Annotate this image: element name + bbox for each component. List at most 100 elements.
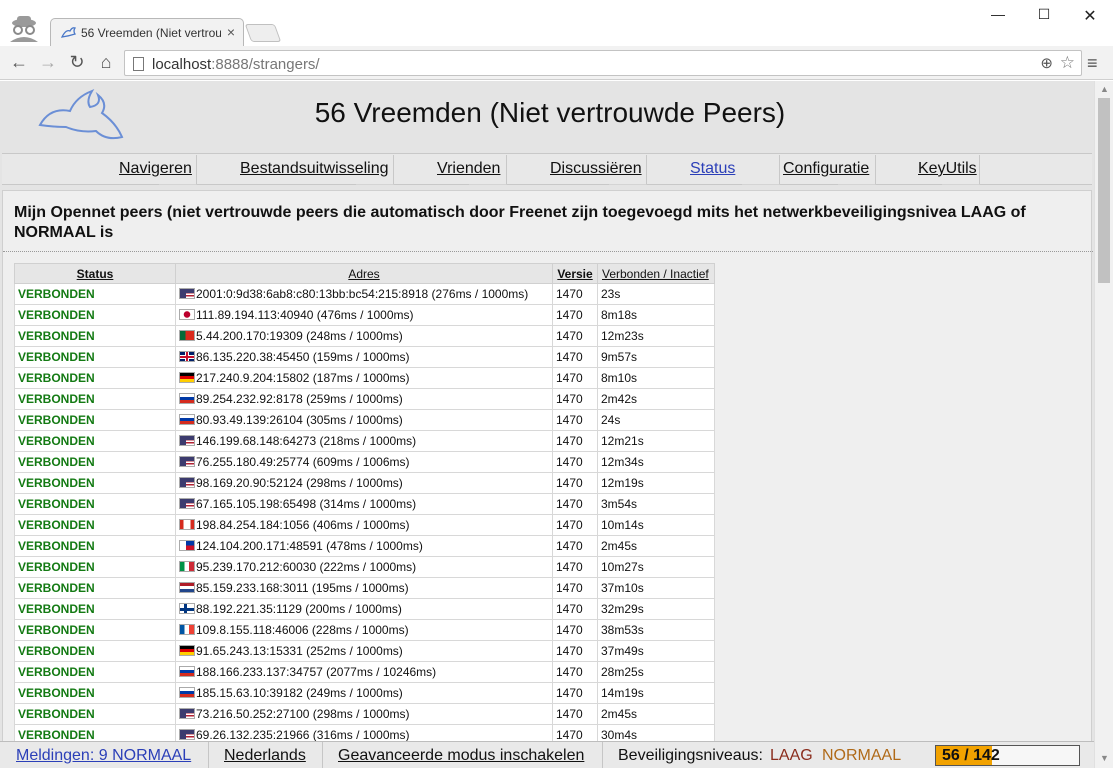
advanced-mode-link[interactable]: Geavanceerde modus inschakelen (338, 747, 584, 765)
peer-status: VERBONDEN (14, 472, 176, 494)
browser-tab-strip: 56 Vreemden (Niet vertrouwde Peers) × — … (0, 0, 1113, 46)
peer-status: VERBONDEN (14, 346, 176, 368)
peer-version: 1470 (552, 724, 598, 741)
peer-address: 67.165.105.198:65498 (314ms / 1000ms) (196, 497, 417, 511)
peer-address-cell: 95.239.170.212:60030 (222ms / 1000ms) (175, 556, 553, 578)
peer-version: 1470 (552, 619, 598, 641)
browser-menu-icon[interactable]: ≡ (1087, 53, 1098, 74)
column-header-connected-idle[interactable]: Verbonden / Inactief (597, 263, 715, 284)
peer-status: VERBONDEN (14, 640, 176, 662)
home-icon[interactable]: ⌂ (95, 51, 117, 73)
peers-heading: Mijn Opennet peers (niet vertrouwde peer… (14, 204, 1026, 241)
peer-connected-time: 2m42s (597, 388, 715, 410)
peer-status: VERBONDEN (14, 556, 176, 578)
back-arrow-icon[interactable]: ← (8, 51, 30, 73)
table-row: VERBONDEN 185.15.63.10:39182 (249ms / 100… (14, 682, 715, 704)
peers-progress-bar: 56 / 142 (935, 745, 1080, 766)
peer-status: VERBONDEN (14, 388, 176, 410)
peer-address: 111.89.194.113:40940 (476ms / 1000ms) (196, 308, 414, 322)
nav-configuratie[interactable]: Configuratie (783, 160, 869, 178)
country-flag-icon (179, 519, 195, 530)
window-maximize-button[interactable]: ☐ (1021, 6, 1067, 26)
new-tab-button[interactable] (244, 24, 282, 42)
peer-version: 1470 (552, 283, 598, 305)
table-row: VERBONDEN 2001:0:9d38:6ab8:c80:13bb:bc54:… (14, 283, 715, 305)
statusbar-divider (208, 742, 209, 768)
country-flag-icon (179, 708, 195, 719)
peer-version: 1470 (552, 514, 598, 536)
zoom-icon[interactable]: ⊕ (1040, 54, 1053, 72)
nav-bestandsuitwisseling[interactable]: Bestandsuitwisseling (240, 160, 389, 178)
peer-version: 1470 (552, 304, 598, 326)
country-flag-icon (179, 351, 195, 362)
window-minimize-button[interactable]: — (975, 6, 1021, 26)
peer-status: VERBONDEN (14, 430, 176, 452)
peer-status: VERBONDEN (14, 724, 176, 741)
peer-status: VERBONDEN (14, 703, 176, 725)
peers-panel: Mijn Opennet peers (niet vertrouwde peer… (2, 190, 1093, 741)
peer-connected-time: 32m29s (597, 598, 715, 620)
peer-version: 1470 (552, 325, 598, 347)
bookmark-star-icon[interactable]: ☆ (1060, 53, 1075, 73)
table-row: VERBONDEN 76.255.180.49:25774 (609ms / 10… (14, 451, 715, 473)
table-row: VERBONDEN 98.169.20.90:52124 (298ms / 100… (14, 472, 715, 494)
peer-version: 1470 (552, 535, 598, 557)
scroll-down-icon[interactable]: ▼ (1100, 753, 1109, 763)
freenet-favicon-icon (61, 27, 77, 38)
country-flag-icon (179, 666, 195, 677)
forward-arrow-icon[interactable]: → (37, 51, 59, 73)
nav-navigeren[interactable]: Navigeren (119, 160, 192, 178)
peers-table: Status Adres Versie Verbonden / Inactief… (14, 263, 715, 741)
page-scrollbar[interactable]: ▲ ▼ (1094, 81, 1113, 768)
peer-status: VERBONDEN (14, 304, 176, 326)
table-row: VERBONDEN 91.65.243.13:15331 (252ms / 100… (14, 640, 715, 662)
column-header-version[interactable]: Versie (552, 263, 598, 284)
column-header-address[interactable]: Adres (175, 263, 553, 284)
language-link[interactable]: Nederlands (224, 747, 306, 765)
table-row: VERBONDEN 86.135.220.38:45450 (159ms / 10… (14, 346, 715, 368)
peer-address-cell: 188.166.233.137:34757 (2077ms / 10246ms) (175, 661, 553, 683)
peer-address-cell: 86.135.220.38:45450 (159ms / 1000ms) (175, 346, 553, 368)
peer-version: 1470 (552, 682, 598, 704)
table-row: VERBONDEN 95.239.170.212:60030 (222ms / 1… (14, 556, 715, 578)
column-header-status[interactable]: Status (14, 263, 176, 284)
peer-connected-time: 3m54s (597, 493, 715, 515)
peer-status: VERBONDEN (14, 682, 176, 704)
peer-connected-time: 12m23s (597, 325, 715, 347)
country-flag-icon (179, 624, 195, 635)
security-level-low[interactable]: LAAG (770, 747, 813, 765)
notifications-link[interactable]: Meldingen: 9 NORMAAL (16, 747, 191, 765)
peer-version: 1470 (552, 577, 598, 599)
page-viewport: 56 Vreemden (Niet vertrouwde Peers) Navi… (0, 81, 1094, 741)
peer-address: 185.15.63.10:39182 (249ms / 1000ms) (196, 686, 403, 700)
peer-address-cell: 2001:0:9d38:6ab8:c80:13bb:bc54:215:8918 … (175, 283, 553, 305)
nav-status[interactable]: Status (690, 160, 735, 178)
url-text[interactable]: localhost:8888/strangers/ (152, 56, 320, 73)
nav-keyutils[interactable]: KeyUtils (918, 160, 977, 178)
peer-address-cell: 80.93.49.139:26104 (305ms / 1000ms) (175, 409, 553, 431)
statusbar-divider (602, 742, 603, 768)
nav-vrienden[interactable]: Vrienden (437, 160, 500, 178)
peer-version: 1470 (552, 598, 598, 620)
country-flag-icon (179, 603, 195, 614)
nav-discussieren[interactable]: Discussiëren (550, 160, 642, 178)
peer-address: 188.166.233.137:34757 (2077ms / 10246ms) (196, 665, 437, 679)
peer-address-cell: 89.254.232.92:8178 (259ms / 1000ms) (175, 388, 553, 410)
peer-status: VERBONDEN (14, 325, 176, 347)
peer-connected-time: 8m10s (597, 367, 715, 389)
table-row: VERBONDEN 109.8.155.118:46006 (228ms / 10… (14, 619, 715, 641)
reload-icon[interactable]: ↻ (66, 51, 88, 73)
peers-table-body: VERBONDEN 2001:0:9d38:6ab8:c80:13bb:bc54:… (14, 283, 715, 741)
peer-address: 80.93.49.139:26104 (305ms / 1000ms) (196, 413, 403, 427)
peer-version: 1470 (552, 346, 598, 368)
tab-close-icon[interactable]: × (227, 24, 235, 40)
browser-tab[interactable]: 56 Vreemden (Niet vertrouwde Peers) × (50, 18, 244, 46)
window-close-button[interactable]: ✕ (1067, 6, 1113, 26)
address-bar[interactable]: localhost:8888/strangers/ ⊕ ☆ (124, 50, 1082, 76)
security-level-normal[interactable]: NORMAAL (822, 747, 901, 765)
scroll-up-icon[interactable]: ▲ (1100, 84, 1109, 94)
tab-title: 56 Vreemden (Niet vertrouwde Peers) (81, 26, 221, 40)
table-row: VERBONDEN 67.165.105.198:65498 (314ms / 1… (14, 493, 715, 515)
peer-status: VERBONDEN (14, 493, 176, 515)
scrollbar-thumb[interactable] (1098, 98, 1110, 283)
